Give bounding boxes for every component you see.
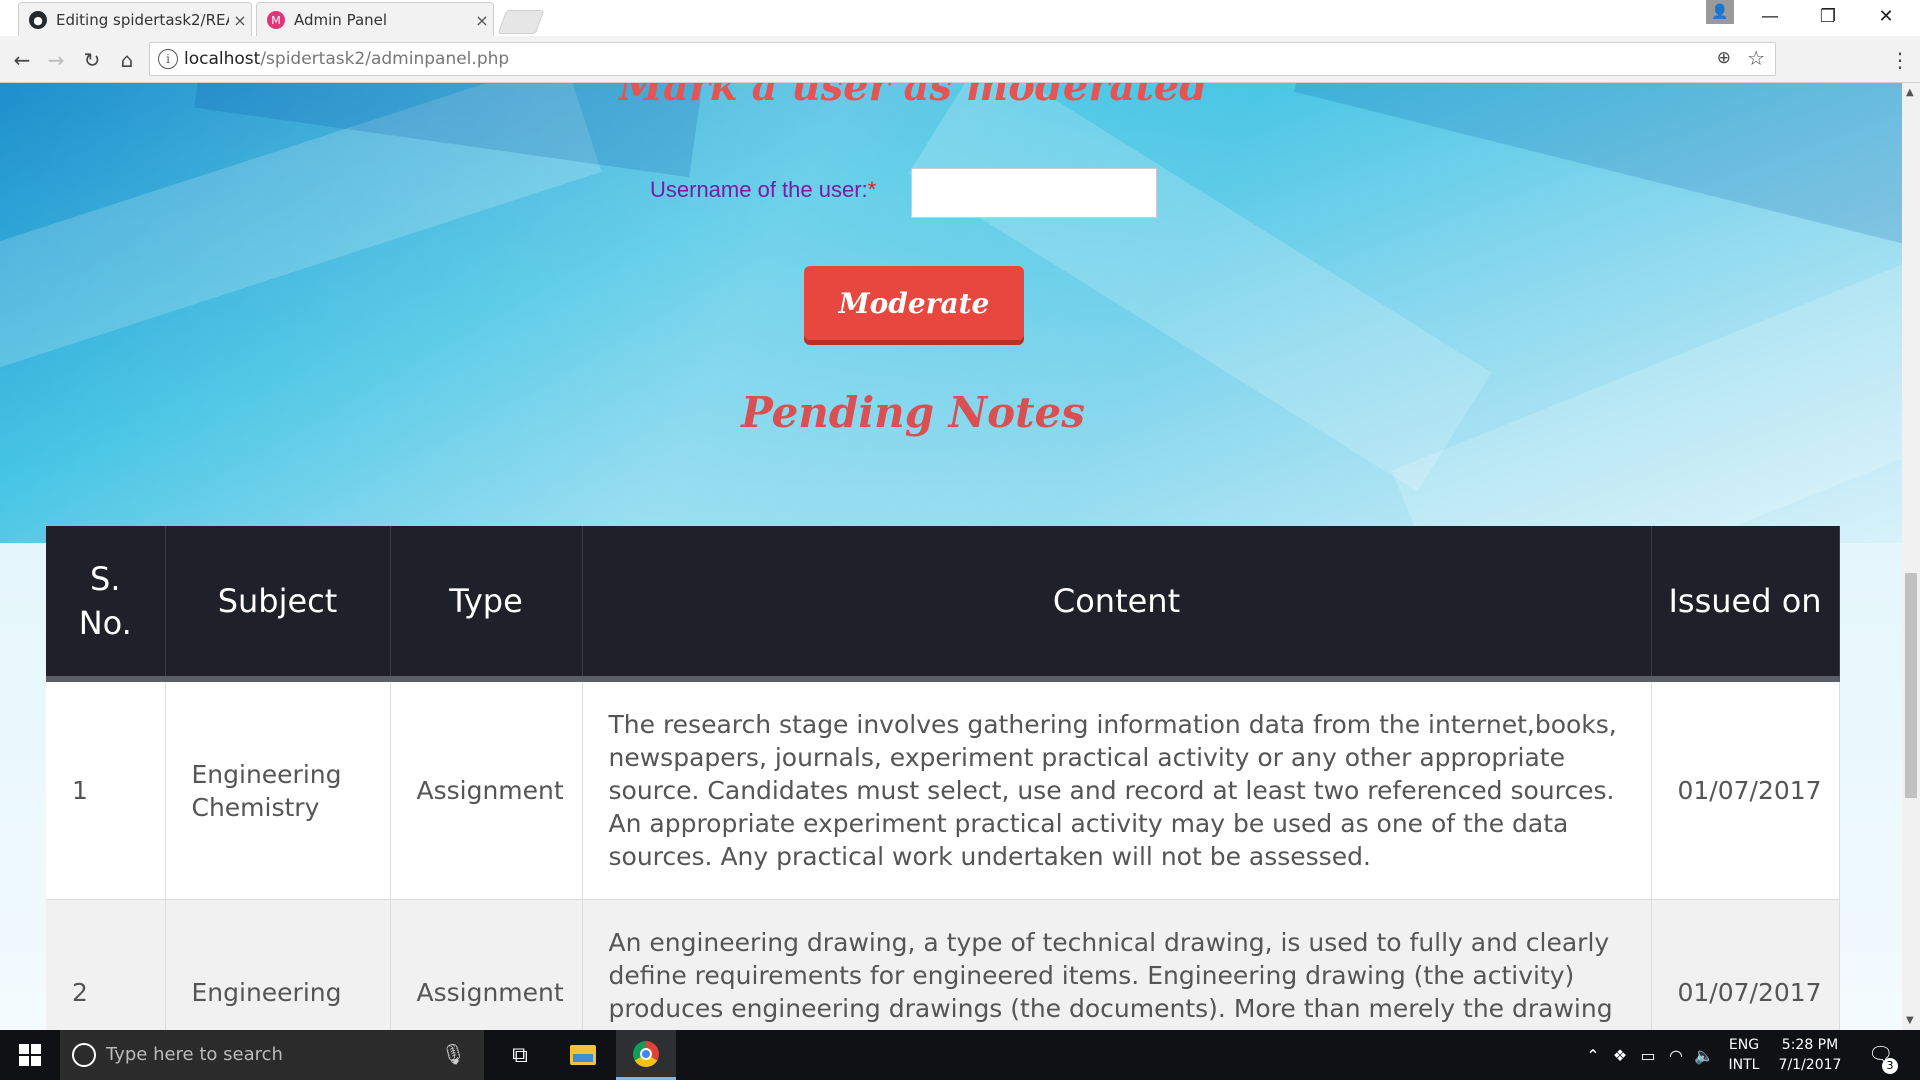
table-header-row: S. No. Subject Type Content Issued on xyxy=(46,526,1840,682)
moderate-section-title: Mark a user as moderated xyxy=(618,83,1208,110)
forward-icon[interactable]: → xyxy=(42,46,70,74)
new-tab-button[interactable] xyxy=(497,10,545,34)
required-mark: * xyxy=(867,177,877,202)
restore-icon[interactable]: ❐ xyxy=(1799,0,1857,34)
reload-icon[interactable]: ↻ xyxy=(78,46,106,74)
battery-icon[interactable]: ▭ xyxy=(1634,1046,1662,1065)
table-row: 1 Engineering Chemistry Assignment The r… xyxy=(46,679,1840,900)
page-viewport: Mark a user as moderated Username of the… xyxy=(0,83,1902,1030)
cell-subject: Engineering xyxy=(165,899,391,1030)
wifi-icon[interactable]: ◠ xyxy=(1662,1046,1690,1065)
cell-type: Assignment xyxy=(390,899,583,1030)
address-toolbar: ← → ↻ ⌂ i localhost/spidertask2/adminpan… xyxy=(0,36,1920,83)
table-row: 2 Engineering Assignment An engineering … xyxy=(46,899,1840,1030)
windows-logo-icon xyxy=(19,1044,41,1066)
zoom-icon[interactable]: ⊕ xyxy=(1717,48,1731,68)
scroll-down-arrow-icon[interactable]: ▼ xyxy=(1906,1015,1914,1026)
cell-content: An engineering drawing, a type of techni… xyxy=(582,899,1652,1030)
close-window-icon[interactable]: ✕ xyxy=(1857,0,1915,34)
start-button[interactable] xyxy=(0,1030,60,1080)
tab-title: Admin Panel xyxy=(294,11,388,29)
page-scrollbar[interactable]: ▲ ▼ xyxy=(1902,83,1920,1030)
windows-taskbar: Type here to search 🎙 ⧉ ⌃ ❖ ▭ ◠ 🔈 ENG INT… xyxy=(0,1030,1920,1080)
search-placeholder: Type here to search xyxy=(106,1044,283,1065)
scrollbar-thumb[interactable] xyxy=(1905,573,1917,798)
header-sno: S. No. xyxy=(46,526,166,682)
header-issued-on: Issued on xyxy=(1651,526,1840,682)
tab-editing-readme[interactable]: ● Editing spidertask2/READ × xyxy=(18,2,252,37)
volume-icon[interactable]: 🔈 xyxy=(1690,1046,1718,1065)
cell-content: The research stage involves gathering in… xyxy=(582,679,1652,900)
cell-type: Assignment xyxy=(390,679,583,900)
minimize-icon[interactable]: — xyxy=(1741,0,1799,34)
address-bar[interactable]: i localhost/spidertask2/adminpanel.php ⊕… xyxy=(149,42,1776,76)
scroll-up-arrow-icon[interactable]: ▲ xyxy=(1906,87,1914,98)
chevron-up-icon[interactable]: ⌃ xyxy=(1580,1046,1606,1065)
github-icon: ● xyxy=(29,11,47,29)
cell-sno: 1 xyxy=(46,679,166,900)
moderate-button[interactable]: Moderate xyxy=(804,266,1024,340)
pending-notes-table: S. No. Subject Type Content Issued on 1 … xyxy=(46,526,1840,1030)
header-content: Content xyxy=(582,526,1652,682)
dropbox-icon[interactable]: ❖ xyxy=(1606,1046,1634,1065)
menu-dots-icon[interactable]: ⋮ xyxy=(1890,48,1910,72)
back-icon[interactable]: ← xyxy=(8,46,36,74)
microphone-icon[interactable]: 🎙 xyxy=(441,1042,466,1066)
system-tray: ⌃ ❖ ▭ ◠ 🔈 ENG INTL 5:28 PM 7/1/2017 xyxy=(1580,1030,1850,1080)
cell-issued: 01/07/2017 xyxy=(1651,679,1840,900)
cell-sno: 2 xyxy=(46,899,166,1030)
file-explorer-icon[interactable] xyxy=(553,1030,613,1080)
tab-admin-panel[interactable]: M Admin Panel × xyxy=(256,2,494,37)
bookmark-star-icon[interactable]: ☆ xyxy=(1747,46,1765,70)
cell-issued: 01/07/2017 xyxy=(1651,899,1840,1030)
chrome-taskbar-icon[interactable] xyxy=(616,1030,676,1080)
info-icon[interactable]: i xyxy=(158,49,178,69)
language-indicator[interactable]: ENG INTL xyxy=(1718,1035,1770,1075)
clock[interactable]: 5:28 PM 7/1/2017 xyxy=(1770,1035,1850,1075)
site-icon: M xyxy=(267,11,285,29)
url-text: localhost/spidertask2/adminpanel.php xyxy=(184,49,510,69)
notification-count: 3 xyxy=(1882,1058,1898,1074)
profile-icon[interactable]: 👤 xyxy=(1706,0,1734,24)
browser-tab-strip: ● Editing spidertask2/READ × M Admin Pan… xyxy=(0,0,1920,37)
close-icon[interactable]: × xyxy=(471,11,493,30)
home-icon[interactable]: ⌂ xyxy=(113,46,141,74)
task-view-icon[interactable]: ⧉ xyxy=(490,1030,550,1080)
pending-notes-title: Pending Notes xyxy=(741,388,1085,437)
username-label: Username of the user:* xyxy=(650,177,877,202)
tab-title: Editing spidertask2/READ xyxy=(56,11,229,29)
cortana-icon xyxy=(72,1043,96,1067)
taskbar-search[interactable]: Type here to search 🎙 xyxy=(60,1030,484,1080)
username-input[interactable] xyxy=(911,168,1157,218)
header-subject: Subject xyxy=(165,526,391,682)
cell-subject: Engineering Chemistry xyxy=(165,679,391,900)
header-type: Type xyxy=(390,526,583,682)
close-icon[interactable]: × xyxy=(229,11,251,30)
